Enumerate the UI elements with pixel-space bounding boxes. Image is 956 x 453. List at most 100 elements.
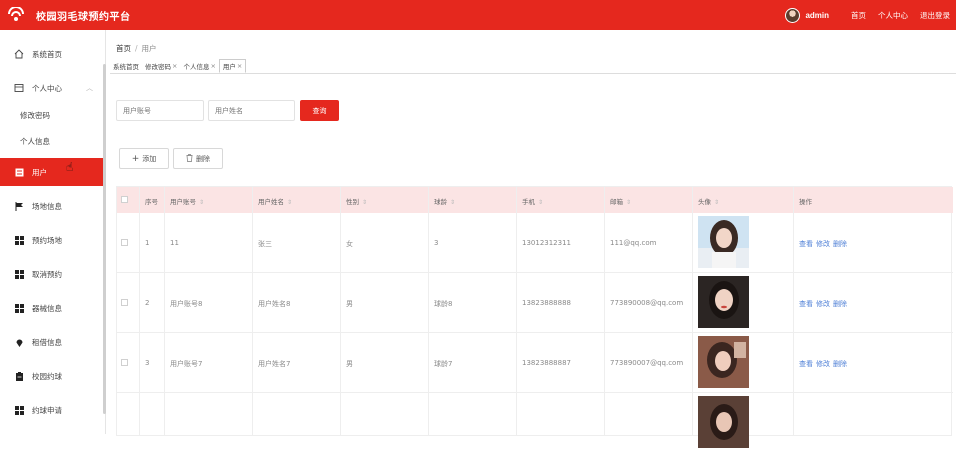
row-actions: 查看 修改 删除 <box>799 299 850 309</box>
cell-index: 1 <box>145 239 150 247</box>
table-header: 序号 用户账号 ⇕ 用户姓名 ⇕ 性别 ⇕ 球龄 ⇕ 手机 ⇕ 邮箱 ⇕ 头像 ⇕ 操作 <box>117 187 953 213</box>
username[interactable]: admin <box>805 11 829 20</box>
apps-icon <box>14 235 24 245</box>
edit-link[interactable]: 修改 <box>816 240 830 248</box>
top-header: 校园羽毛球预约平台 admin 首页 个人中心 退出登录 <box>0 0 956 30</box>
close-icon[interactable]: × <box>210 62 215 70</box>
avatar <box>698 276 749 328</box>
users-table: 序号 用户账号 ⇕ 用户姓名 ⇕ 性别 ⇕ 球龄 ⇕ 手机 ⇕ 邮箱 ⇕ 头像 ⇕ 操作 1 … <box>116 186 953 448</box>
close-icon[interactable]: × <box>237 62 242 70</box>
home-icon <box>14 49 24 59</box>
nav-profile-link[interactable]: 个人中心 <box>878 10 908 21</box>
sort-icon: ⇕ <box>287 199 293 206</box>
main-content: 首页/用户 系统首页 修改密码× 个人信息× 用户× 查询 +添加 删除 序号 … <box>110 30 956 448</box>
column-header[interactable]: 头像 ⇕ <box>698 196 719 206</box>
sidebar-item-personal-center[interactable]: 个人中心 ︿ <box>0 74 103 102</box>
sidebar-item-label: 预约场地 <box>32 235 62 245</box>
table-row[interactable]: 3 用户账号7 用户姓名7 男 球龄7 13823888887 77389000… <box>117 333 953 393</box>
sidebar-item-label: 器械信息 <box>32 303 62 313</box>
column-header[interactable]: 性别 ⇕ <box>346 196 367 206</box>
sidebar-item-label: 租借信息 <box>32 337 62 347</box>
sidebar-item-change-password[interactable]: 修改密码 <box>0 102 103 128</box>
delete-link[interactable]: 删除 <box>833 300 847 308</box>
delete-button[interactable]: 删除 <box>173 148 223 169</box>
sort-icon: ⇕ <box>362 199 368 206</box>
user-center-icon <box>14 83 24 93</box>
delete-link[interactable]: 删除 <box>833 240 847 248</box>
table-row[interactable] <box>117 393 953 453</box>
query-button[interactable]: 查询 <box>300 100 339 121</box>
sidebar-item-label: 约球申请 <box>32 405 62 415</box>
pin-icon <box>14 337 24 347</box>
column-header[interactable]: 球龄 ⇕ <box>434 196 455 206</box>
sidebar-item-match-requests[interactable]: 约球申请 <box>0 396 103 424</box>
row-checkbox[interactable] <box>121 359 128 366</box>
avatar <box>698 216 749 268</box>
sidebar-item-personal-info[interactable]: 个人信息 <box>0 128 103 154</box>
view-link[interactable]: 查看 <box>799 360 813 368</box>
nav-home-link[interactable]: 首页 <box>851 10 866 21</box>
cell-name: 用户姓名8 <box>258 300 291 308</box>
column-header[interactable]: 手机 ⇕ <box>522 196 543 206</box>
sidebar-item-venues[interactable]: 场地信息 <box>0 192 103 220</box>
avatar <box>698 336 749 388</box>
edit-link[interactable]: 修改 <box>816 300 830 308</box>
sidebar-scrollbar[interactable] <box>103 64 106 414</box>
delete-link[interactable]: 删除 <box>833 360 847 368</box>
edit-link[interactable]: 修改 <box>816 360 830 368</box>
sidebar-item-label: 场地信息 <box>32 201 62 211</box>
select-all-checkbox[interactable] <box>121 196 128 203</box>
cell-account: 用户账号8 <box>170 300 203 308</box>
column-header[interactable]: 邮箱 ⇕ <box>610 196 631 206</box>
sidebar-item-label: 修改密码 <box>20 110 50 120</box>
cell-phone: 13012312311 <box>522 239 571 247</box>
sort-icon: ⇕ <box>538 199 544 206</box>
name-search-input[interactable] <box>208 100 295 121</box>
column-header[interactable]: 用户姓名 ⇕ <box>258 196 292 206</box>
tab-change-password[interactable]: 修改密码 × <box>142 59 180 73</box>
column-header: 操作 <box>799 198 812 206</box>
breadcrumb-home[interactable]: 首页 <box>116 44 131 53</box>
sidebar-item-equipment[interactable]: 器械信息 <box>0 294 103 322</box>
sidebar-item-dashboard[interactable]: 系统首页 <box>0 40 103 68</box>
cell-email: 773890008@qq.com <box>610 299 684 307</box>
plus-icon: + <box>131 153 140 164</box>
sidebar-item-campus-match[interactable]: 校园约球 <box>0 362 103 390</box>
column-header: 序号 <box>145 198 158 206</box>
row-checkbox[interactable] <box>121 239 128 246</box>
tab-personal-info[interactable]: 个人信息 × <box>180 59 218 73</box>
cell-name: 张三 <box>258 240 272 248</box>
table-row[interactable]: 2 用户账号8 用户姓名8 男 球龄8 13823888888 77389000… <box>117 273 953 333</box>
sidebar-item-book-venue[interactable]: 预约场地 <box>0 226 103 254</box>
add-button[interactable]: + 添加 <box>119 148 169 169</box>
close-icon[interactable]: × <box>172 62 177 70</box>
cell-phone: 13823888888 <box>522 299 571 307</box>
cell-age: 球龄7 <box>434 360 453 368</box>
sidebar-item-label: 取消预约 <box>32 269 62 279</box>
apps-icon <box>14 269 24 279</box>
table-row[interactable]: 1 11 张三 女 3 13012312311 111@qq.com 查看 修改删… <box>117 213 953 273</box>
view-link[interactable]: 查看 <box>799 300 813 308</box>
logout-link[interactable]: 退出登录 <box>920 10 950 21</box>
view-link[interactable]: 查看 <box>799 240 813 248</box>
column-header[interactable]: 用户账号 ⇕ <box>170 196 204 206</box>
cell-gender: 女 <box>346 240 353 248</box>
breadcrumb: 首页 / 用户 <box>116 44 157 53</box>
apps-icon <box>14 405 24 415</box>
cell-account: 11 <box>170 239 179 247</box>
tab-dashboard[interactable]: 系统首页 <box>110 59 142 73</box>
tab-users[interactable]: 用户 × <box>218 59 247 73</box>
tab-bar: 系统首页 修改密码 × 个人信息 × 用户 × <box>110 59 247 73</box>
user-avatar[interactable] <box>785 7 801 23</box>
sidebar-item-label: 个人中心 <box>32 83 62 93</box>
sidebar: 系统首页 个人中心 ︿ 修改密码 个人信息 用户 场地信息 预约场地 取消预约 … <box>0 30 106 434</box>
sidebar-item-rentals[interactable]: 租借信息 <box>0 328 103 356</box>
sidebar-item-users[interactable]: 用户 <box>0 158 103 186</box>
cell-account: 用户账号7 <box>170 360 203 368</box>
chevron-up-icon: ︿ <box>86 84 93 92</box>
trash-icon <box>186 153 193 164</box>
sidebar-item-cancel-booking[interactable]: 取消预约 <box>0 260 103 288</box>
row-checkbox[interactable] <box>121 299 128 306</box>
account-search-input[interactable] <box>116 100 204 121</box>
row-actions: 查看 修改 删除 <box>799 359 850 369</box>
